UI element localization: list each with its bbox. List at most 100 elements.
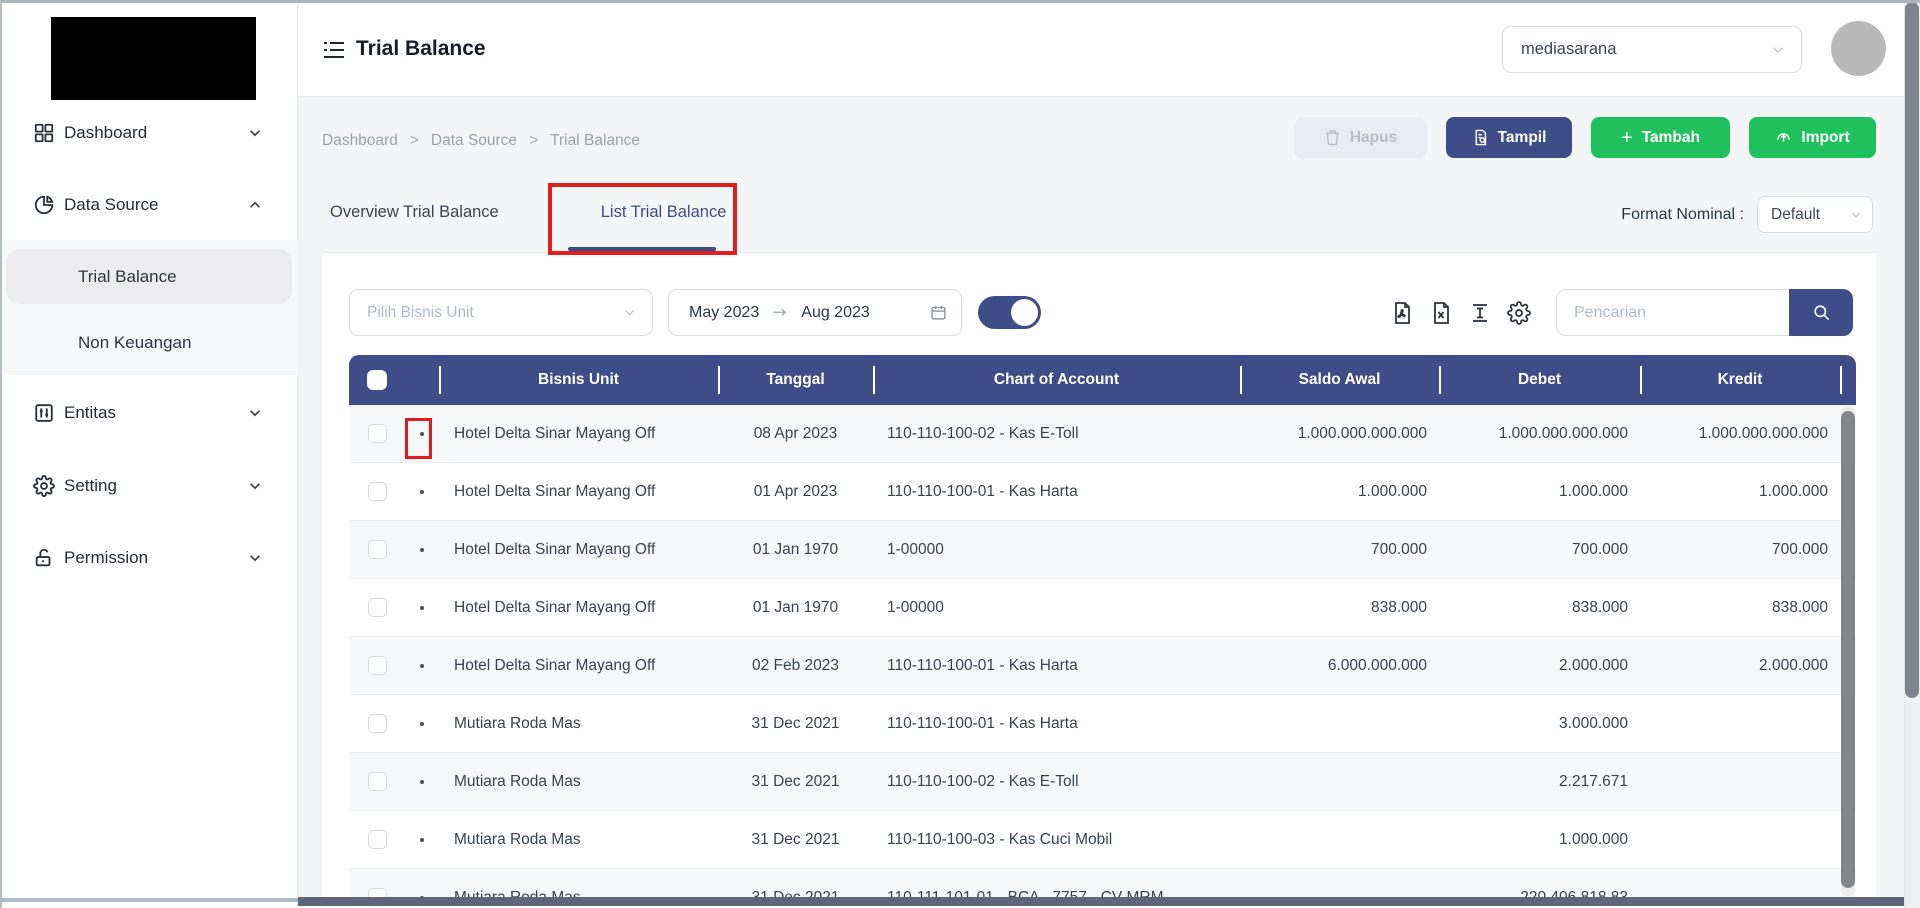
cell-bisnis-unit: Hotel Delta Sinar Mayang Off — [454, 424, 656, 442]
row-actions-menu[interactable] — [405, 721, 439, 726]
col-saldo-awal[interactable]: Saldo Awal — [1240, 355, 1439, 405]
table-row: Mutiara Roda Mas 31 Dec 2021 110-110-100-0… — [349, 695, 1856, 753]
row-actions-menu[interactable] — [405, 779, 439, 784]
cell-tanggal: 31 Dec 2021 — [751, 772, 840, 790]
table-row: Hotel Delta Sinar Mayang Off 01 Jan 1970 1… — [349, 579, 1856, 637]
search-placeholder: Pencarian — [1574, 303, 1647, 321]
row-actions-menu[interactable] — [405, 837, 439, 842]
row-select-cell — [349, 714, 405, 733]
sidebar-item-permission[interactable]: Permission — [0, 533, 298, 583]
sidebar: Dashboard Data Source Trial Balance Non … — [0, 0, 298, 908]
row-checkbox[interactable] — [367, 714, 387, 733]
sidebar-item-setting[interactable]: Setting — [0, 461, 298, 511]
cell-tanggal: 31 Dec 2021 — [751, 830, 840, 848]
row-actions-menu[interactable] — [405, 489, 439, 494]
cell-chart-of-account: 110-110-100-02 - Kas E-Toll — [887, 772, 1079, 790]
date-from[interactable]: May 2023 — [689, 304, 759, 322]
breadcrumb-data-source[interactable]: Data Source — [431, 132, 517, 150]
kebab-icon — [420, 779, 424, 784]
col-chart-of-account[interactable]: Chart of Account — [873, 355, 1240, 405]
row-checkbox[interactable] — [367, 540, 387, 559]
chevron-down-icon — [248, 551, 262, 565]
search-input[interactable]: Pencarian — [1556, 289, 1789, 336]
row-checkbox[interactable] — [367, 482, 387, 501]
tab-overview-trial-balance[interactable]: Overview Trial Balance — [330, 203, 499, 222]
cell-bisnis-unit: Hotel Delta Sinar Mayang Off — [454, 540, 656, 558]
breadcrumb-dashboard[interactable]: Dashboard — [322, 132, 398, 150]
sidebar-item-non-keuangan[interactable]: Non Keuangan — [6, 315, 292, 370]
action-buttons: Hapus Tampil + Tambah Import — [1294, 117, 1876, 158]
filter-toggle[interactable] — [978, 296, 1041, 329]
cell-bisnis-unit: Hotel Delta Sinar Mayang Off — [454, 598, 656, 616]
row-actions-menu[interactable] — [405, 663, 439, 668]
import-button[interactable]: Import — [1749, 117, 1876, 158]
bisnis-unit-select[interactable]: Pilih Bisnis Unit — [349, 289, 653, 336]
row-checkbox[interactable] — [367, 830, 387, 849]
actions-header — [405, 355, 439, 405]
table-scrollbar-thumb[interactable] — [1841, 411, 1855, 888]
row-checkbox[interactable] — [367, 424, 387, 443]
breadcrumb-trial-balance: Trial Balance — [550, 132, 641, 149]
arrow-right-icon — [772, 307, 788, 319]
page-scrollbar-thumb[interactable] — [1905, 2, 1919, 698]
date-to[interactable]: Aug 2023 — [801, 304, 870, 322]
horizontal-scrollbar[interactable] — [298, 897, 1904, 906]
company-select[interactable]: mediasarana — [1502, 26, 1802, 73]
hapus-button[interactable]: Hapus — [1294, 117, 1427, 158]
cell-kredit: 2.000.000 — [1759, 656, 1828, 674]
search-icon — [1813, 305, 1829, 321]
cell-chart-of-account: 1-00000 — [887, 540, 944, 558]
row-actions-menu[interactable] — [405, 547, 439, 552]
company-logo — [51, 17, 256, 100]
row-checkbox[interactable] — [367, 656, 387, 675]
col-tanggal[interactable]: Tanggal — [718, 355, 873, 405]
sidebar-item-label: Dashboard — [64, 123, 148, 142]
format-nominal-select[interactable]: Default — [1757, 196, 1873, 233]
tambah-button[interactable]: + Tambah — [1591, 117, 1730, 158]
cell-chart-of-account: 110-110-100-01 - Kas Harta — [887, 714, 1078, 732]
row-actions-menu[interactable] — [405, 431, 439, 436]
breadcrumb-separator: > — [529, 132, 539, 149]
col-debet[interactable]: Debet — [1439, 355, 1640, 405]
cell-debet: 3.000.000 — [1559, 714, 1628, 732]
cell-bisnis-unit: Hotel Delta Sinar Mayang Off — [454, 656, 656, 674]
cell-tanggal: 01 Jan 1970 — [752, 598, 839, 616]
sidebar-item-entitas[interactable]: Entitas — [0, 388, 298, 438]
table-row: Mutiara Roda Mas 31 Dec 2021 110-110-100-0… — [349, 811, 1856, 869]
sidebar-item-data-source[interactable]: Data Source — [0, 180, 298, 230]
date-range-picker[interactable]: May 2023 Aug 2023 — [668, 289, 962, 336]
sidebar-submenu: Trial Balance Non Keuangan — [0, 240, 298, 375]
cell-debet: 1.000.000 — [1559, 830, 1628, 848]
export-pdf-icon[interactable] — [1390, 301, 1414, 325]
search-button[interactable] — [1789, 289, 1853, 336]
cell-debet: 2.000.000 — [1559, 656, 1628, 674]
page-scrollbar-track[interactable] — [1904, 0, 1920, 908]
cell-debet: 1.000.000 — [1559, 482, 1628, 500]
cell-saldo-awal: 700.000 — [1370, 540, 1427, 558]
tab-list-trial-balance[interactable]: List Trial Balance — [601, 203, 727, 222]
chevron-down-icon — [1850, 209, 1862, 221]
tab-bar: Overview Trial Balance List Trial Balanc… — [330, 203, 726, 222]
kebab-icon — [420, 663, 424, 668]
avatar[interactable] — [1831, 21, 1886, 76]
scrollbar-gutter — [1840, 355, 1856, 405]
row-checkbox[interactable] — [367, 772, 387, 791]
sidebar-item-trial-balance[interactable]: Trial Balance — [6, 249, 292, 304]
sidebar-item-dashboard[interactable]: Dashboard — [0, 108, 298, 158]
sidebar-item-label: Permission — [64, 548, 149, 567]
cell-bisnis-unit: Mutiara Roda Mas — [454, 772, 581, 790]
export-excel-icon[interactable] — [1429, 301, 1453, 325]
row-actions-menu[interactable] — [405, 605, 439, 610]
col-bisnis-unit[interactable]: Bisnis Unit — [439, 355, 718, 405]
col-kredit[interactable]: Kredit — [1640, 355, 1840, 405]
cell-saldo-awal: 6.000.000.000 — [1327, 656, 1427, 674]
row-height-icon[interactable] — [1468, 301, 1492, 325]
tampil-button[interactable]: Tampil — [1446, 117, 1572, 158]
collapse-sidebar-icon[interactable] — [322, 40, 346, 60]
row-select-cell — [349, 540, 405, 559]
row-checkbox[interactable] — [367, 598, 387, 617]
window-border-left — [0, 0, 2, 908]
column-settings-icon[interactable] — [1507, 300, 1531, 325]
chevron-down-icon — [248, 126, 262, 140]
select-all-checkbox[interactable] — [367, 370, 387, 390]
